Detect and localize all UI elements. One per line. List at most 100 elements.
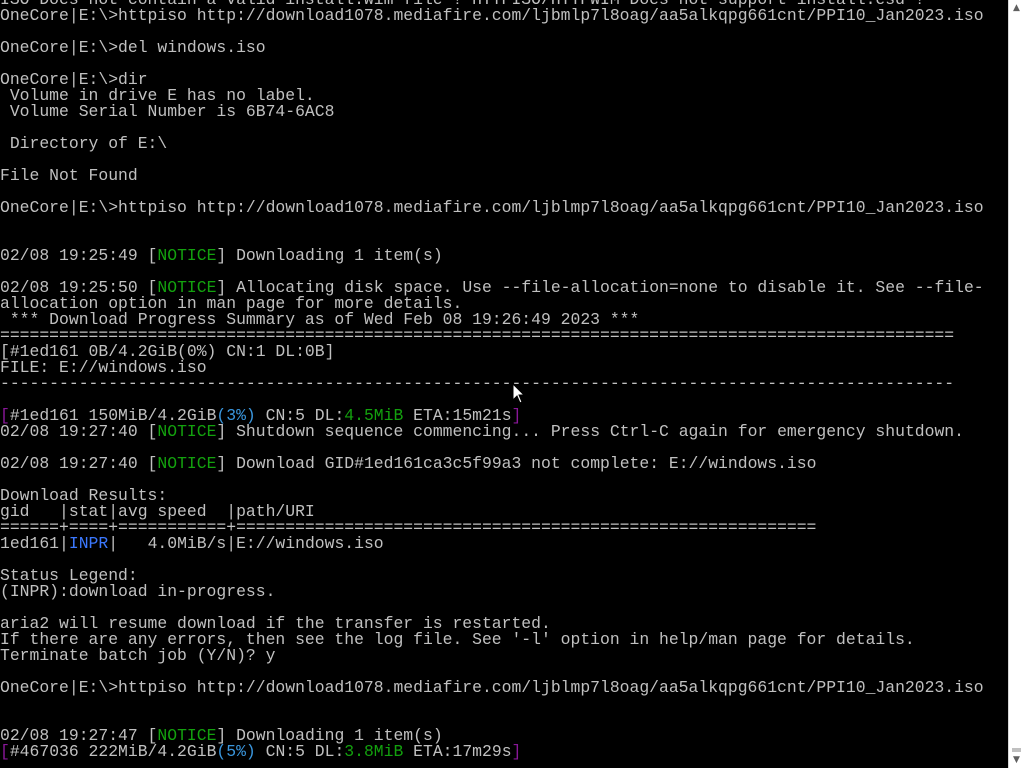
- console-line: If there are any errors, then see the lo…: [0, 632, 1008, 648]
- console-text-segment: 3.8MiB: [344, 744, 404, 760]
- console-text-segment: OneCore|E:\>httpiso http://download1078.…: [0, 680, 984, 696]
- console-text-segment: CN:5 DL:: [255, 408, 345, 424]
- console-line: Download Results:: [0, 488, 1008, 504]
- console-window[interactable]: ISO Does not contain a valid install.wim…: [0, 0, 1008, 768]
- console-line: 02/08 19:27:40 [NOTICE] Download GID#1ed…: [0, 456, 1008, 472]
- console-text-segment: | 4.0MiB/s|E://windows.iso: [108, 536, 384, 552]
- console-text-segment: ETA:15m21s: [403, 408, 512, 424]
- console-line: 02/08 19:25:50 [NOTICE] Allocating disk …: [0, 280, 1008, 296]
- console-text-segment: 02/08 19:25:50 [: [0, 280, 158, 296]
- console-line: [#467036 222MiB/4.2GiB(5%) CN:5 DL:3.8Mi…: [0, 744, 1008, 760]
- console-text-segment: 02/08 19:27:47 [: [0, 728, 158, 744]
- vertical-scrollbar[interactable]: ▲ ▼: [1008, 0, 1024, 768]
- console-line: 02/08 19:25:49 [NOTICE] Downloading 1 it…: [0, 248, 1008, 264]
- console-line: (INPR):download in-progress.: [0, 584, 1008, 600]
- console-text-segment: [#1ed161 0B/4.2GiB(0%) CN:1 DL:0B]: [0, 344, 335, 360]
- console-text-segment: INPR: [68, 536, 109, 552]
- console-line: OneCore|E:\>httpiso http://download1078.…: [0, 680, 1008, 696]
- console-line: Status Legend:: [0, 568, 1008, 584]
- console-line: OneCore|E:\>dir: [0, 72, 1008, 88]
- console-text-segment: #1ed161 150MiB/4.2GiB: [9, 408, 217, 424]
- console-text-segment: ] Download GID#1ed161ca3c5f99a3 not comp…: [216, 456, 817, 472]
- console-text-segment: OneCore|E:\>httpiso http://download1078.…: [0, 8, 984, 24]
- console-line: Volume Serial Number is 6B74-6AC8: [0, 104, 1008, 120]
- console-line: ----------------------------------------…: [0, 376, 1008, 392]
- scroll-up-arrow-icon[interactable]: ▲: [1009, 0, 1024, 16]
- console-line: 02/08 19:27:40 [NOTICE] Shutdown sequenc…: [0, 424, 1008, 440]
- console-line: gid |stat|avg speed |path/URI: [0, 504, 1008, 520]
- console-line: ISO Does not contain a valid install.wim…: [0, 0, 1008, 8]
- console-text-segment: Terminate batch job (Y/N)? y: [0, 648, 276, 664]
- console-text-segment: ======+====+===========+================…: [0, 520, 817, 536]
- console-line: ========================================…: [0, 328, 1008, 344]
- console-text-segment: [: [0, 408, 10, 424]
- console-text-segment: ] Downloading 1 item(s): [216, 728, 443, 744]
- console-line: 1ed161|INPR| 4.0MiB/s|E://windows.iso: [0, 536, 1008, 552]
- console-text-segment: Download Results:: [0, 488, 168, 504]
- console-text-segment: (INPR):download in-progress.: [0, 584, 276, 600]
- console-text-segment: NOTICE: [157, 424, 217, 440]
- console-text-segment: Status Legend:: [0, 568, 138, 584]
- console-text-segment: CN:5 DL:: [255, 744, 345, 760]
- console-text-segment: 4.5MiB: [344, 408, 404, 424]
- console-text-segment: allocation option in man page for more d…: [0, 296, 463, 312]
- console-line: File Not Found: [0, 168, 1008, 184]
- console-line: *** Download Progress Summary as of Wed …: [0, 312, 1008, 328]
- console-text-segment: OneCore|E:\>del windows.iso: [0, 40, 266, 56]
- console-text-segment: 02/08 19:27:40 [: [0, 424, 158, 440]
- console-text-segment: gid |stat|avg speed |path/URI: [0, 504, 315, 520]
- console-line: OneCore|E:\>httpiso http://download1078.…: [0, 8, 1008, 24]
- console-text-segment: ] Shutdown sequence commencing... Press …: [216, 424, 964, 440]
- console-line: OneCore|E:\>del windows.iso: [0, 40, 1008, 56]
- console-line: Terminate batch job (Y/N)? y: [0, 648, 1008, 664]
- console-text-segment: NOTICE: [157, 728, 217, 744]
- console-text-segment: ]: [511, 408, 522, 424]
- console-text-segment: 02/08 19:27:40 [: [0, 456, 158, 472]
- console-text-segment: ========================================…: [0, 328, 955, 344]
- console-text-segment: ]: [511, 744, 522, 760]
- console-text-segment: ETA:17m29s: [403, 744, 512, 760]
- console-text-segment: If there are any errors, then see the lo…: [0, 632, 915, 648]
- console-text-segment: (5%): [216, 744, 256, 760]
- console-line: Volume in drive E has no label.: [0, 88, 1008, 104]
- console-text-segment: OneCore|E:\>dir: [0, 72, 148, 88]
- console-text-segment: Volume in drive E has no label.: [0, 88, 315, 104]
- console-line: FILE: E://windows.iso: [0, 360, 1008, 376]
- console-line: allocation option in man page for more d…: [0, 296, 1008, 312]
- console-output: ISO Does not contain a valid install.wim…: [0, 0, 1008, 760]
- console-line: 02/08 19:27:47 [NOTICE] Downloading 1 it…: [0, 728, 1008, 744]
- console-text-segment: NOTICE: [157, 280, 217, 296]
- console-text-segment: ] Downloading 1 item(s): [216, 248, 443, 264]
- console-text-segment: 1ed161|: [0, 536, 69, 552]
- console-text-segment: FILE: E://windows.iso: [0, 360, 207, 376]
- console-line: aria2 will resume download if the transf…: [0, 616, 1008, 632]
- console-text-segment: File Not Found: [0, 168, 138, 184]
- console-text-segment: OneCore|E:\>httpiso http://download1078.…: [0, 200, 984, 216]
- console-line: OneCore|E:\>httpiso http://download1078.…: [0, 200, 1008, 216]
- console-text-segment: #467036 222MiB/4.2GiB: [9, 744, 217, 760]
- console-text-segment: ] Allocating disk space. Use --file-allo…: [216, 280, 984, 296]
- console-line: ======+====+===========+================…: [0, 520, 1008, 536]
- mouse-pointer-icon: [512, 383, 526, 404]
- scroll-down-arrow-icon[interactable]: ▼: [1009, 752, 1024, 768]
- console-text-segment: 02/08 19:25:49 [: [0, 248, 158, 264]
- console-text-segment: ----------------------------------------…: [0, 376, 955, 392]
- console-text-segment: Directory of E:\: [0, 136, 168, 152]
- console-text-segment: [: [0, 744, 10, 760]
- console-line: Directory of E:\: [0, 136, 1008, 152]
- console-line: [#1ed161 150MiB/4.2GiB(3%) CN:5 DL:4.5Mi…: [0, 408, 1008, 424]
